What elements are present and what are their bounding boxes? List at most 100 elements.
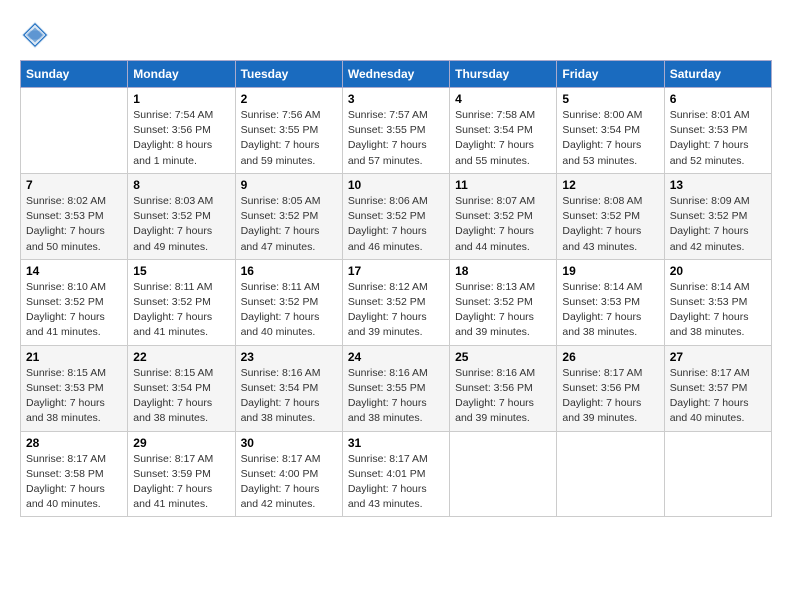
day-number: 27	[670, 350, 766, 364]
day-number: 20	[670, 264, 766, 278]
day-info: Sunrise: 7:56 AM Sunset: 3:55 PM Dayligh…	[241, 108, 337, 169]
calendar-cell: 8Sunrise: 8:03 AM Sunset: 3:52 PM Daylig…	[128, 173, 235, 259]
logo	[20, 20, 54, 50]
calendar-cell: 24Sunrise: 8:16 AM Sunset: 3:55 PM Dayli…	[342, 345, 449, 431]
day-info: Sunrise: 8:05 AM Sunset: 3:52 PM Dayligh…	[241, 194, 337, 255]
day-info: Sunrise: 8:08 AM Sunset: 3:52 PM Dayligh…	[562, 194, 658, 255]
day-info: Sunrise: 8:17 AM Sunset: 3:57 PM Dayligh…	[670, 366, 766, 427]
calendar-cell: 31 Sunrise: 8:17 AM Sunset: 4:01 PM Dayli…	[342, 431, 449, 517]
day-info: Sunrise: 8:12 AM Sunset: 3:52 PM Dayligh…	[348, 280, 444, 341]
day-info: Sunrise: 8:14 AM Sunset: 3:53 PM Dayligh…	[670, 280, 766, 341]
calendar-cell: 28 Sunrise: 8:17 AM Sunset: 3:58 PM Dayli…	[21, 431, 128, 517]
calendar-cell: 5 Sunrise: 8:00 AM Sunset: 3:54 PM Daylig…	[557, 88, 664, 174]
day-number: 1	[133, 92, 229, 106]
calendar-cell: 10 Sunrise: 8:06 AM Sunset: 3:52 PM Dayli…	[342, 173, 449, 259]
day-info: Sunrise: 8:07 AM Sunset: 3:52 PM Dayligh…	[455, 194, 551, 255]
day-number: 10	[348, 178, 444, 192]
day-info: Sunrise: 8:11 AM Sunset: 3:52 PM Dayligh…	[241, 280, 337, 341]
day-header-tuesday: Tuesday	[235, 61, 342, 88]
day-number: 5	[562, 92, 658, 106]
day-number: 11	[455, 178, 551, 192]
calendar-cell	[21, 88, 128, 174]
day-number: 25	[455, 350, 551, 364]
day-number: 21	[26, 350, 122, 364]
calendar-cell: 7 Sunrise: 8:02 AM Sunset: 3:53 PM Daylig…	[21, 173, 128, 259]
day-number: 13	[670, 178, 766, 192]
calendar-cell: 27 Sunrise: 8:17 AM Sunset: 3:57 PM Dayli…	[664, 345, 771, 431]
day-info: Sunrise: 8:11 AM Sunset: 3:52 PM Dayligh…	[133, 280, 229, 341]
day-header-friday: Friday	[557, 61, 664, 88]
calendar-cell: 15 Sunrise: 8:11 AM Sunset: 3:52 PM Dayli…	[128, 259, 235, 345]
day-number: 28	[26, 436, 122, 450]
day-number: 24	[348, 350, 444, 364]
day-number: 22	[133, 350, 229, 364]
day-number: 7	[26, 178, 122, 192]
calendar-cell: 3 Sunrise: 7:57 AM Sunset: 3:55 PM Daylig…	[342, 88, 449, 174]
calendar-cell: 17 Sunrise: 8:12 AM Sunset: 3:52 PM Dayli…	[342, 259, 449, 345]
day-number: 26	[562, 350, 658, 364]
day-info: Sunrise: 8:14 AM Sunset: 3:53 PM Dayligh…	[562, 280, 658, 341]
day-number: 19	[562, 264, 658, 278]
calendar-week-row: 28 Sunrise: 8:17 AM Sunset: 3:58 PM Dayli…	[21, 431, 772, 517]
day-info: Sunrise: 8:17 AM Sunset: 3:58 PM Dayligh…	[26, 452, 122, 513]
calendar-cell: 19 Sunrise: 8:14 AM Sunset: 3:53 PM Dayli…	[557, 259, 664, 345]
day-header-sunday: Sunday	[21, 61, 128, 88]
day-info: Sunrise: 8:09 AM Sunset: 3:52 PM Dayligh…	[670, 194, 766, 255]
calendar-cell: 6Sunrise: 8:01 AM Sunset: 3:53 PM Daylig…	[664, 88, 771, 174]
day-info: Sunrise: 8:16 AM Sunset: 3:56 PM Dayligh…	[455, 366, 551, 427]
calendar-cell: 21 Sunrise: 8:15 AM Sunset: 3:53 PM Dayli…	[21, 345, 128, 431]
logo-icon	[20, 20, 50, 50]
day-info: Sunrise: 8:17 AM Sunset: 4:01 PM Dayligh…	[348, 452, 444, 513]
day-number: 18	[455, 264, 551, 278]
day-number: 16	[241, 264, 337, 278]
day-info: Sunrise: 8:00 AM Sunset: 3:54 PM Dayligh…	[562, 108, 658, 169]
calendar-cell: 26Sunrise: 8:17 AM Sunset: 3:56 PM Dayli…	[557, 345, 664, 431]
day-info: Sunrise: 8:15 AM Sunset: 3:54 PM Dayligh…	[133, 366, 229, 427]
calendar-cell: 25 Sunrise: 8:16 AM Sunset: 3:56 PM Dayli…	[450, 345, 557, 431]
calendar-cell: 12Sunrise: 8:08 AM Sunset: 3:52 PM Dayli…	[557, 173, 664, 259]
day-header-monday: Monday	[128, 61, 235, 88]
days-header-row: SundayMondayTuesdayWednesdayThursdayFrid…	[21, 61, 772, 88]
calendar-cell: 14 Sunrise: 8:10 AM Sunset: 3:52 PM Dayli…	[21, 259, 128, 345]
day-info: Sunrise: 7:57 AM Sunset: 3:55 PM Dayligh…	[348, 108, 444, 169]
calendar-cell	[450, 431, 557, 517]
calendar-week-row: 21 Sunrise: 8:15 AM Sunset: 3:53 PM Dayli…	[21, 345, 772, 431]
day-number: 2	[241, 92, 337, 106]
day-info: Sunrise: 8:13 AM Sunset: 3:52 PM Dayligh…	[455, 280, 551, 341]
calendar-cell: 18 Sunrise: 8:13 AM Sunset: 3:52 PM Dayli…	[450, 259, 557, 345]
page-header	[20, 20, 772, 50]
calendar-cell	[557, 431, 664, 517]
day-number: 3	[348, 92, 444, 106]
day-header-thursday: Thursday	[450, 61, 557, 88]
day-number: 17	[348, 264, 444, 278]
day-info: Sunrise: 7:54 AM Sunset: 3:56 PM Dayligh…	[133, 108, 229, 169]
day-info: Sunrise: 8:17 AM Sunset: 4:00 PM Dayligh…	[241, 452, 337, 513]
calendar-cell: 13 Sunrise: 8:09 AM Sunset: 3:52 PM Dayli…	[664, 173, 771, 259]
day-number: 14	[26, 264, 122, 278]
calendar-week-row: 7 Sunrise: 8:02 AM Sunset: 3:53 PM Daylig…	[21, 173, 772, 259]
calendar-cell: 1 Sunrise: 7:54 AM Sunset: 3:56 PM Daylig…	[128, 88, 235, 174]
calendar-cell: 11 Sunrise: 8:07 AM Sunset: 3:52 PM Dayli…	[450, 173, 557, 259]
calendar-cell: 20 Sunrise: 8:14 AM Sunset: 3:53 PM Dayli…	[664, 259, 771, 345]
day-info: Sunrise: 8:15 AM Sunset: 3:53 PM Dayligh…	[26, 366, 122, 427]
calendar-cell	[664, 431, 771, 517]
day-info: Sunrise: 7:58 AM Sunset: 3:54 PM Dayligh…	[455, 108, 551, 169]
day-number: 31	[348, 436, 444, 450]
day-info: Sunrise: 8:03 AM Sunset: 3:52 PM Dayligh…	[133, 194, 229, 255]
calendar-cell: 16 Sunrise: 8:11 AM Sunset: 3:52 PM Dayli…	[235, 259, 342, 345]
calendar-cell: 23Sunrise: 8:16 AM Sunset: 3:54 PM Dayli…	[235, 345, 342, 431]
day-number: 4	[455, 92, 551, 106]
day-number: 15	[133, 264, 229, 278]
calendar-cell: 29Sunrise: 8:17 AM Sunset: 3:59 PM Dayli…	[128, 431, 235, 517]
calendar-cell: 30 Sunrise: 8:17 AM Sunset: 4:00 PM Dayli…	[235, 431, 342, 517]
calendar-week-row: 14 Sunrise: 8:10 AM Sunset: 3:52 PM Dayli…	[21, 259, 772, 345]
day-info: Sunrise: 8:17 AM Sunset: 3:59 PM Dayligh…	[133, 452, 229, 513]
day-number: 30	[241, 436, 337, 450]
day-info: Sunrise: 8:02 AM Sunset: 3:53 PM Dayligh…	[26, 194, 122, 255]
calendar-week-row: 1 Sunrise: 7:54 AM Sunset: 3:56 PM Daylig…	[21, 88, 772, 174]
day-number: 9	[241, 178, 337, 192]
day-number: 23	[241, 350, 337, 364]
day-info: Sunrise: 8:06 AM Sunset: 3:52 PM Dayligh…	[348, 194, 444, 255]
calendar-cell: 9 Sunrise: 8:05 AM Sunset: 3:52 PM Daylig…	[235, 173, 342, 259]
day-info: Sunrise: 8:10 AM Sunset: 3:52 PM Dayligh…	[26, 280, 122, 341]
